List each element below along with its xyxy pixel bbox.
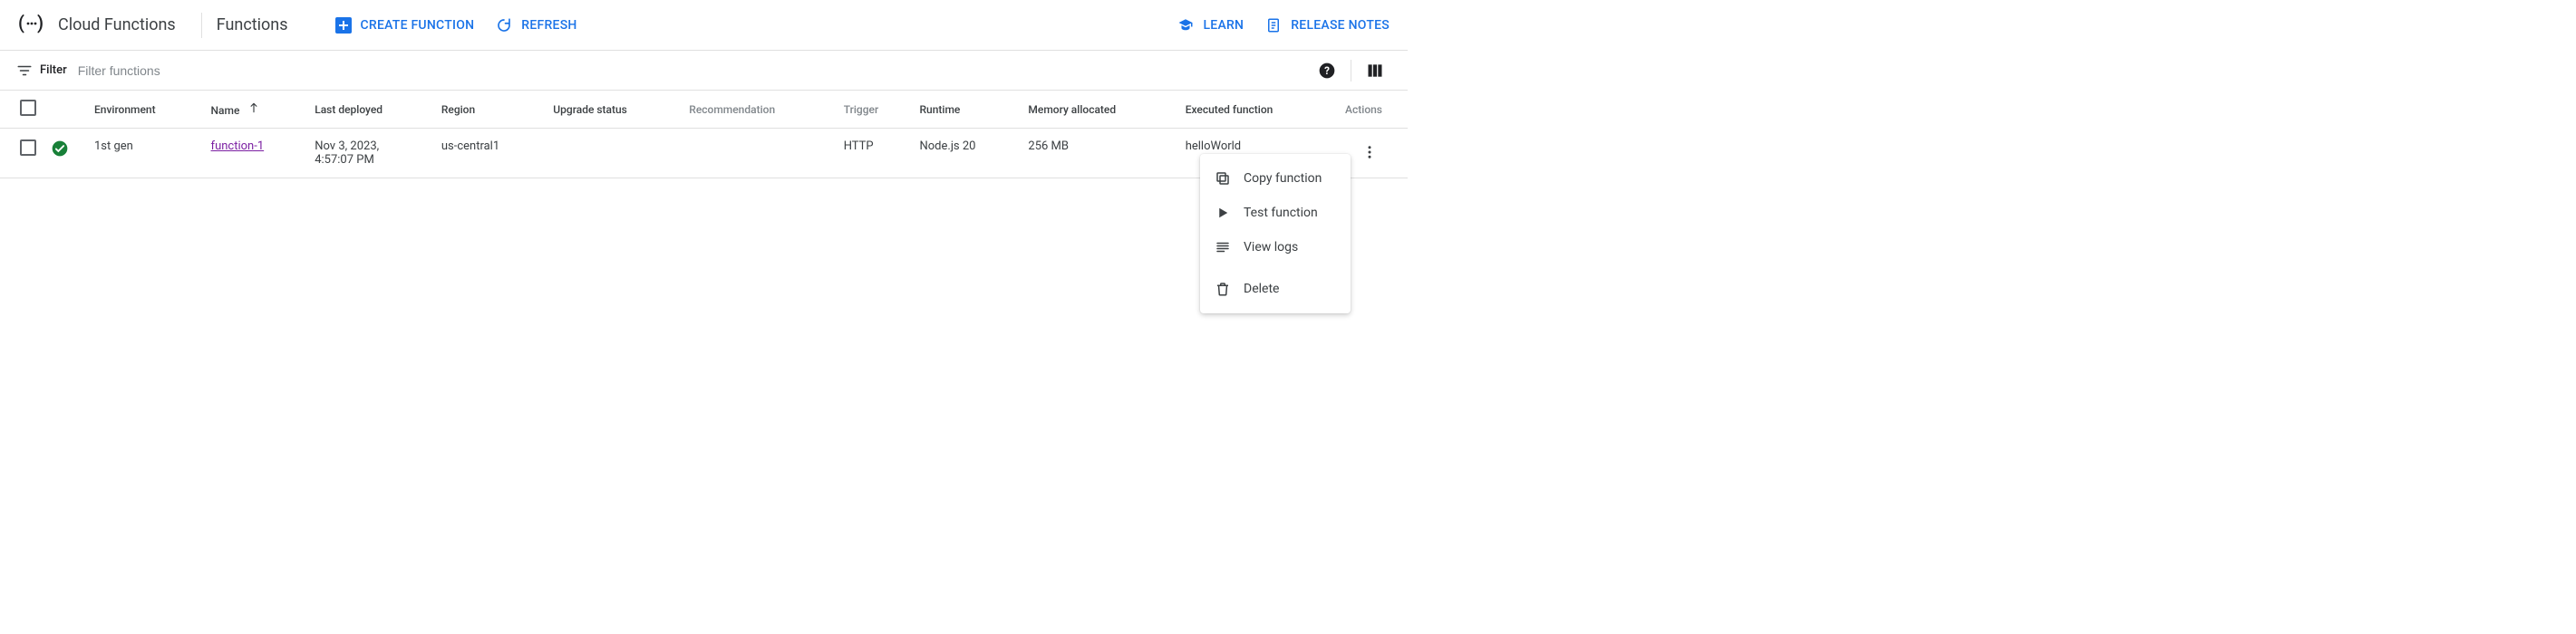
row-actions-menu: Copy function Test function View logs De… (1200, 154, 1351, 313)
release-notes-button[interactable]: Release notes (1254, 10, 1400, 41)
top-bar: ( ) Cloud Functions Functions Create fun… (0, 0, 1408, 51)
col-name-label: Name (211, 104, 240, 117)
create-function-button[interactable]: Create function (324, 10, 486, 41)
filter-input[interactable] (78, 63, 1311, 78)
cell-last-deployed-date: Nov 3, 2023, (315, 139, 427, 153)
cell-environment: 1st gen (87, 129, 204, 178)
menu-test-function[interactable]: Test function (1200, 196, 1351, 230)
cell-upgrade-status (546, 129, 682, 178)
table-row: 1st gen function-1 Nov 3, 2023, 4:57:07 … (0, 129, 1408, 178)
col-name[interactable]: Name (204, 91, 308, 129)
menu-delete[interactable]: Delete (1200, 272, 1351, 306)
create-function-label: Create function (361, 18, 475, 33)
menu-copy-function[interactable]: Copy function (1200, 161, 1351, 196)
cell-runtime: Node.js 20 (912, 129, 1021, 178)
cell-trigger: HTTP (837, 129, 913, 178)
col-environment[interactable]: Environment (87, 91, 204, 129)
logs-icon (1215, 239, 1235, 255)
cell-last-deployed: Nov 3, 2023, 4:57:07 PM (307, 129, 434, 178)
graduation-cap-icon (1177, 17, 1194, 34)
row-checkbox[interactable] (20, 139, 36, 156)
col-executed-fn[interactable]: Executed function (1178, 91, 1335, 129)
svg-text:(: ( (18, 14, 24, 34)
trash-icon (1215, 281, 1235, 297)
product-title: Cloud Functions (58, 15, 176, 34)
row-actions-button[interactable] (1357, 139, 1382, 165)
document-icon (1265, 17, 1282, 34)
col-region[interactable]: Region (434, 91, 546, 129)
page-title: Functions (217, 15, 324, 34)
col-actions: Actions (1335, 91, 1408, 129)
brand: ( ) Cloud Functions (7, 14, 187, 37)
play-icon (1215, 205, 1235, 221)
col-trigger[interactable]: Trigger (837, 91, 913, 129)
divider (201, 13, 202, 38)
select-all-checkbox[interactable] (20, 100, 36, 116)
menu-view-logs[interactable]: View logs (1200, 230, 1351, 264)
sort-arrow-up-icon (247, 101, 260, 114)
more-vert-icon (1361, 144, 1378, 160)
learn-button[interactable]: Learn (1167, 10, 1254, 41)
help-icon[interactable]: ? (1311, 54, 1343, 87)
svg-text:?: ? (1324, 64, 1330, 77)
col-last-deployed[interactable]: Last deployed (307, 91, 434, 129)
menu-logs-label: View logs (1244, 240, 1298, 255)
filter-bar: Filter ? (0, 51, 1408, 91)
refresh-button[interactable]: Refresh (485, 10, 587, 41)
col-memory[interactable]: Memory allocated (1021, 91, 1177, 129)
svg-text:): ) (37, 14, 44, 34)
cloud-functions-icon: ( ) (18, 14, 45, 37)
learn-label: Learn (1203, 18, 1244, 33)
menu-test-label: Test function (1244, 206, 1318, 220)
release-notes-label: Release notes (1291, 18, 1390, 33)
refresh-icon (496, 17, 512, 34)
columns-icon[interactable] (1359, 54, 1391, 87)
col-recommendation[interactable]: Recommendation (682, 91, 836, 129)
filter-icon (16, 62, 33, 79)
cell-last-deployed-time: 4:57:07 PM (315, 153, 427, 167)
refresh-label: Refresh (521, 18, 576, 33)
plus-box-icon (335, 17, 352, 34)
col-runtime[interactable]: Runtime (912, 91, 1021, 129)
cell-region: us-central1 (434, 129, 546, 178)
col-upgrade-status[interactable]: Upgrade status (546, 91, 682, 129)
function-name-link[interactable]: function-1 (211, 139, 265, 153)
cell-recommendation (682, 129, 836, 178)
status-ok-icon (51, 139, 69, 158)
cell-memory: 256 MB (1021, 129, 1177, 178)
functions-table: Environment Name Last deployed Region Up… (0, 91, 1408, 178)
menu-copy-label: Copy function (1244, 171, 1322, 186)
copy-icon (1215, 170, 1235, 187)
filter-label: Filter (40, 63, 67, 77)
menu-delete-label: Delete (1244, 282, 1279, 296)
